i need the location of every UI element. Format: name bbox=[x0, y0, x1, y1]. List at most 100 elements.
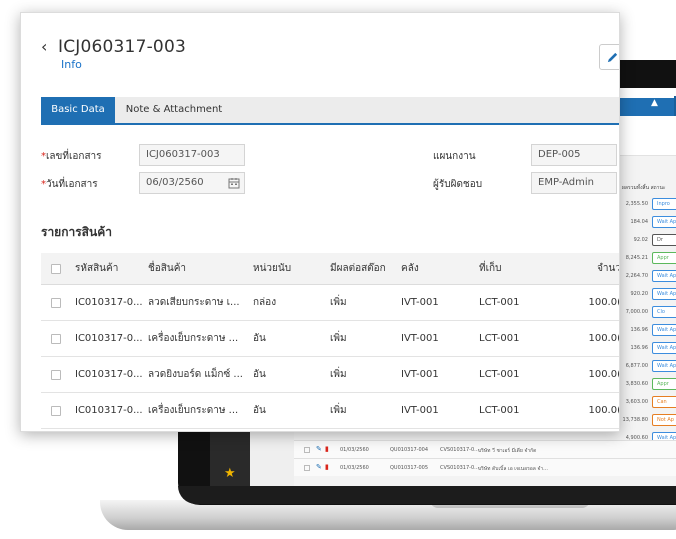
cell-name: ลวดเสียบกระดาษ เ... bbox=[148, 297, 240, 308]
cell-warehouse: IVT-001 bbox=[401, 333, 439, 344]
column-header-warehouse[interactable]: คลัง bbox=[401, 253, 461, 284]
responsible-field[interactable]: EMP-Admin bbox=[531, 172, 617, 194]
background-date: 01/03/2560 bbox=[340, 447, 369, 453]
background-name: บริษัท วี ชาเอร์ มีเดีย จำกัด bbox=[478, 448, 537, 454]
doc-date-label-text: วันที่เอกสาร bbox=[46, 179, 98, 190]
background-amount: 920.20 bbox=[630, 291, 649, 297]
responsible-label: ผู้รับผิดชอบ bbox=[433, 179, 483, 190]
cell-code: IC010317-0... bbox=[75, 297, 143, 308]
star-icon: ★ bbox=[224, 466, 236, 481]
background-amount: 3,830.60 bbox=[625, 381, 648, 387]
background-row: 13,738.80 Not Ap bbox=[622, 412, 676, 430]
row-checkbox[interactable] bbox=[51, 357, 65, 392]
trash-icon: ▮ bbox=[325, 463, 329, 471]
background-amount: 7,000.00 bbox=[625, 309, 648, 315]
background-table-header: ผลรวมทั้งสิ้น สถานะ bbox=[622, 185, 666, 191]
row-checkbox[interactable] bbox=[51, 285, 65, 320]
pencil-icon: ✎ bbox=[316, 445, 322, 453]
table-row[interactable]: IC010317-0... เครื่องเย็บกระดาษ ... อัน เพิ… bbox=[41, 393, 620, 429]
cell-warehouse: IVT-001 bbox=[401, 297, 439, 308]
cell-code: IC010317-0... bbox=[75, 405, 143, 416]
background-list-row: ✎ ▮ 01/03/2560 QU010317-004 CVS010317-0... บร… bbox=[294, 440, 676, 458]
cell-stock-effect: เพิ่ม bbox=[330, 297, 347, 308]
background-amount: 8,245.21 bbox=[625, 255, 648, 261]
cell-warehouse: IVT-001 bbox=[401, 405, 439, 416]
background-ref: CVS010317-0... bbox=[440, 465, 479, 471]
background-list-row: ✎ ▮ 01/03/2560 QU010317-005 CVS010317-0... บร… bbox=[294, 458, 676, 476]
cell-name: เครื่องเย็บกระดาษ ... bbox=[148, 405, 239, 416]
cell-code: IC010317-0... bbox=[75, 333, 143, 344]
background-row: 92.02 Dr bbox=[622, 232, 676, 250]
background-row: 920.20 Wait Ap bbox=[622, 286, 676, 304]
background-checkbox bbox=[304, 447, 310, 453]
calendar-icon[interactable] bbox=[228, 177, 240, 189]
laptop-chin bbox=[178, 486, 676, 504]
background-amount: 184.04 bbox=[630, 219, 649, 225]
table-row[interactable]: IC010317-0... เครื่องเย็บกระดาษ ... อัน เพิ… bbox=[41, 321, 620, 357]
back-chevron-icon[interactable]: ‹ bbox=[41, 37, 47, 56]
page-title: ICJ060317-003 bbox=[58, 37, 186, 57]
select-all-checkbox[interactable] bbox=[51, 253, 65, 284]
items-grid-body: IC010317-0... ลวดเสียบกระดาษ เ... กล่อง เพิ… bbox=[41, 285, 620, 429]
background-status-badge: Wait Ap bbox=[652, 324, 676, 336]
column-header-location[interactable]: ที่เก็บ bbox=[479, 253, 539, 284]
column-header-unit[interactable]: หน่วยนับ bbox=[253, 253, 313, 284]
pencil-icon bbox=[607, 52, 618, 63]
cell-quantity: 100.0( bbox=[588, 297, 620, 308]
items-grid: รหัสสินค้า ชื่อสินค้า หน่วยนับ มีผลต่อสต… bbox=[41, 253, 620, 429]
doc-date-field[interactable]: 06/03/2560 bbox=[139, 172, 245, 194]
doc-number-label: *เลขที่เอกสาร bbox=[41, 149, 102, 164]
background-row: 6,877.00 Wait Ap bbox=[622, 358, 676, 376]
background-status-column: 2,355.50 Inpro 184.04 Wait Ap 92.02 Dr 8,245.2… bbox=[622, 196, 676, 448]
background-doc-number: QU010317-004 bbox=[390, 447, 429, 453]
background-amount: 6,877.00 bbox=[625, 363, 648, 369]
cell-unit: อัน bbox=[253, 405, 266, 416]
tab-bar: Basic Data Note & Attachment bbox=[41, 97, 619, 125]
background-row: 3,830.60 Appr bbox=[622, 376, 676, 394]
background-amount: 136.96 bbox=[630, 327, 649, 333]
department-field[interactable]: DEP-005 bbox=[531, 144, 617, 166]
doc-number-label-text: เลขที่เอกสาร bbox=[46, 151, 102, 162]
column-header-code[interactable]: รหัสสินค้า bbox=[75, 253, 147, 284]
checkbox-box bbox=[51, 333, 61, 344]
background-date: 01/03/2560 bbox=[340, 465, 369, 471]
document-card: ‹ ICJ060317-003 Info Basic Data Note & A… bbox=[20, 12, 620, 432]
column-header-quantity[interactable]: จำนว bbox=[541, 253, 619, 284]
doc-date-label: *วันที่เอกสาร bbox=[41, 177, 98, 192]
background-status-badge: Dr bbox=[652, 234, 676, 246]
department-label: แผนกงาน bbox=[433, 151, 476, 162]
row-checkbox[interactable] bbox=[51, 321, 65, 356]
cell-location: LCT-001 bbox=[479, 405, 520, 416]
bell-icon: ▲ bbox=[651, 98, 658, 108]
cell-code: IC010317-0... bbox=[75, 369, 143, 380]
edit-button[interactable] bbox=[599, 44, 619, 70]
background-amount: 2,355.50 bbox=[625, 201, 648, 207]
column-header-stock-effect[interactable]: มีผลต่อสต๊อก bbox=[330, 253, 400, 284]
row-checkbox[interactable] bbox=[51, 393, 65, 428]
background-row: 3,603.00 Can bbox=[622, 394, 676, 412]
tab-note-attachment[interactable]: Note & Attachment bbox=[115, 97, 233, 123]
doc-number-field[interactable]: ICJ060317-003 bbox=[139, 144, 245, 166]
cell-name: ลวดยิงบอร์ด แม็กซ์ ... bbox=[148, 369, 243, 380]
table-row[interactable]: IC010317-0... ลวดเสียบกระดาษ เ... กล่อง เพิ… bbox=[41, 285, 620, 321]
background-amount: 92.02 bbox=[633, 237, 648, 243]
cell-unit: อัน bbox=[253, 333, 266, 344]
cell-unit: อัน bbox=[253, 369, 266, 380]
background-status-badge: Wait Ap bbox=[652, 216, 676, 228]
cell-quantity: 100.0( bbox=[588, 405, 620, 416]
doc-date-value: 06/03/2560 bbox=[146, 177, 204, 188]
background-doc-number: QU010317-005 bbox=[390, 465, 429, 471]
background-status-badge: Wait Ap bbox=[652, 360, 676, 372]
background-amount: 3,603.00 bbox=[625, 399, 648, 405]
items-section-title: รายการสินค้า bbox=[41, 225, 112, 239]
background-status-badge: Can bbox=[652, 396, 676, 408]
cell-location: LCT-001 bbox=[479, 333, 520, 344]
checkbox-box bbox=[51, 369, 61, 380]
table-row[interactable]: IC010317-0... ลวดยิงบอร์ด แม็กซ์ ... อัน เพ… bbox=[41, 357, 619, 393]
background-status-badge: Wait Ap bbox=[652, 288, 676, 300]
tab-basic-data[interactable]: Basic Data bbox=[41, 97, 115, 123]
column-header-name[interactable]: ชื่อสินค้า bbox=[148, 253, 248, 284]
background-status-badge: Appr bbox=[652, 378, 676, 390]
cell-quantity: 100.0( bbox=[588, 333, 620, 344]
background-name: บริษัท ดับเบิ้ล เอ เจเนอรอล จำ... bbox=[478, 466, 548, 472]
